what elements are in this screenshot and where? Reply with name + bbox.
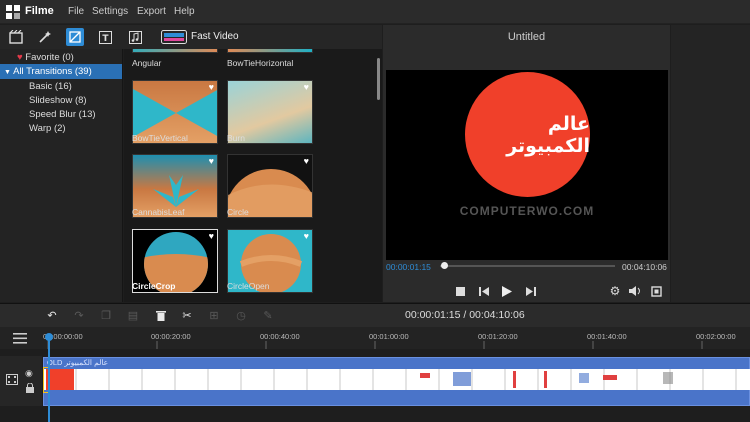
heart-icon[interactable]: ♥ xyxy=(304,82,309,92)
text-icon[interactable]: T xyxy=(96,28,114,46)
fullscreen-icon[interactable] xyxy=(650,285,662,297)
heart-icon[interactable]: ♥ xyxy=(304,231,309,241)
gallery-scrollbar[interactable] xyxy=(377,58,380,100)
playhead-handle[interactable] xyxy=(45,333,53,341)
category-all-transitions[interactable]: ▼ All Transitions (39) xyxy=(0,64,122,79)
ruler-tick-label: 00:01:20:00 xyxy=(478,332,518,341)
ruler-tick-label: 00:00:40:00 xyxy=(260,332,300,341)
play-icon[interactable] xyxy=(501,285,513,297)
ruler-tick-label: 00:00:20:00 xyxy=(151,332,191,341)
timeline-time-display: 00:00:01:15 / 00:04:10:06 xyxy=(405,309,525,321)
chevron-down-icon: ▼ xyxy=(4,69,11,76)
eye-icon[interactable]: ◉ xyxy=(25,368,33,379)
magic-icon[interactable] xyxy=(36,28,54,46)
ruler-tick-label: 00:01:40:00 xyxy=(587,332,627,341)
video-track-icon xyxy=(6,374,18,388)
clip-thumbnails xyxy=(43,369,750,390)
app-title: Filme xyxy=(25,5,54,17)
current-time: 00:00:01:15 xyxy=(386,262,431,272)
scrub-handle[interactable] xyxy=(440,262,448,269)
playhead[interactable] xyxy=(48,338,50,422)
transition-thumb-bowtiehorizontal[interactable] xyxy=(227,49,313,53)
category-slideshow[interactable]: Slideshow (8) xyxy=(29,95,87,106)
svg-text:T: T xyxy=(102,34,109,44)
transition-thumb-angular[interactable] xyxy=(132,49,218,53)
speed-icon[interactable]: ◷ xyxy=(234,308,248,322)
redo-icon[interactable]: ↷ xyxy=(72,308,86,322)
transition-label: Angular xyxy=(132,58,162,68)
menu-export[interactable]: Export xyxy=(137,6,166,17)
transition-label: Circle xyxy=(227,207,249,217)
transition-label: CircleOpen xyxy=(227,281,270,291)
ruler-tick-label: 00:01:00:00 xyxy=(369,332,409,341)
right-panel xyxy=(671,25,750,302)
edit-icon[interactable]: ✎ xyxy=(261,308,275,322)
video-logo-text: عالم الكمبيوتر xyxy=(506,112,590,157)
lock-icon[interactable] xyxy=(26,382,34,396)
cut-icon[interactable]: ✂ xyxy=(180,308,194,322)
category-sidebar: ♥ Favorite (0) ▼ All Transitions (39) Ba… xyxy=(0,49,123,302)
fast-video-label[interactable]: Fast Video xyxy=(191,31,239,42)
ruler-tick-label: 00:02:00:00 xyxy=(696,332,736,341)
category-basic[interactable]: Basic (16) xyxy=(29,81,72,92)
heart-icon[interactable]: ♥ xyxy=(304,156,309,166)
category-warp[interactable]: Warp (2) xyxy=(29,123,66,134)
film-icon[interactable] xyxy=(7,28,25,46)
menu-file[interactable]: File xyxy=(68,6,84,17)
crop-icon[interactable]: ⊞ xyxy=(207,308,221,322)
hamburger-icon[interactable] xyxy=(13,333,27,347)
transition-icon[interactable] xyxy=(66,28,84,46)
next-frame-icon[interactable] xyxy=(525,285,537,297)
heart-icon[interactable]: ♥ xyxy=(209,82,214,92)
heart-icon[interactable]: ♥ xyxy=(209,156,214,166)
transition-gallery: Angular BowTieHorizontal ♥ ♥ BowTieVerti… xyxy=(124,49,382,302)
fast-video-icon[interactable] xyxy=(161,30,187,47)
app-logo-icon xyxy=(6,5,20,19)
volume-icon[interactable] xyxy=(629,285,641,297)
transition-label: BowTieVertical xyxy=(132,133,188,143)
heart-icon[interactable]: ♥ xyxy=(209,231,214,241)
total-time: 00:04:10:06 xyxy=(622,262,667,272)
prev-frame-icon[interactable] xyxy=(478,285,490,297)
copy-icon[interactable]: ❐ xyxy=(99,308,113,322)
settings-icon[interactable]: ⚙ xyxy=(609,284,621,298)
music-icon[interactable] xyxy=(126,28,144,46)
category-speed-blur[interactable]: Speed Blur (13) xyxy=(29,109,96,120)
category-favorite-label: Favorite (0) xyxy=(25,52,74,63)
menu-settings[interactable]: Settings xyxy=(92,6,128,17)
transition-label: Burn xyxy=(227,133,245,143)
paste-icon[interactable]: ▤ xyxy=(126,308,140,322)
transition-label: CannabisLeaf xyxy=(132,207,185,217)
transition-label: BowTieHorizontal xyxy=(227,58,294,68)
timeline-ruler[interactable]: 00:00:00:00 00:00:20:00 00:00:40:00 00:0… xyxy=(0,327,750,349)
video-logo: عالم الكمبيوتر xyxy=(465,72,590,197)
stop-icon[interactable] xyxy=(454,285,466,297)
category-favorite[interactable]: ♥ Favorite (0) xyxy=(17,52,74,63)
menu-help[interactable]: Help xyxy=(174,6,195,17)
scrub-track[interactable] xyxy=(440,265,615,267)
preview-title: Untitled xyxy=(507,31,546,43)
delete-icon[interactable] xyxy=(154,308,168,322)
category-all-label: All Transitions (39) xyxy=(13,66,92,77)
transition-label-selected: CircleCrop xyxy=(132,281,176,291)
undo-icon[interactable]: ↶ xyxy=(45,308,59,322)
clip-name: OLD عالم الكمبيوتر xyxy=(47,358,109,367)
watermark: COMPUTERWO.COM xyxy=(459,204,595,218)
heart-icon: ♥ xyxy=(17,52,23,63)
